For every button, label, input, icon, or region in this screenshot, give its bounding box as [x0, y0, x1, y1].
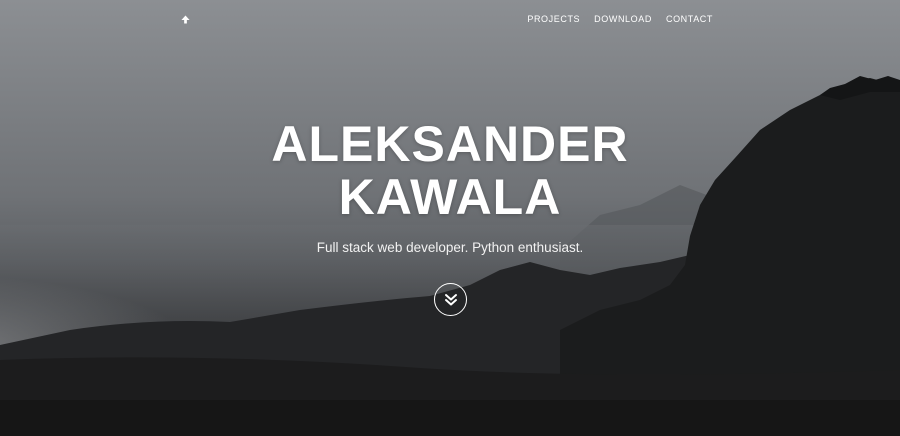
hero-section: PROJECTS DOWNLOAD CONTACT ALEKSANDER KAW…: [0, 0, 900, 436]
nav-link-download[interactable]: DOWNLOAD: [594, 14, 652, 24]
double-chevron-down-icon: [444, 293, 457, 305]
hero-title-line1: ALEKSANDER: [271, 116, 629, 172]
arrow-up-icon: [180, 14, 190, 24]
nav-link-contact[interactable]: CONTACT: [666, 14, 713, 24]
scroll-down-button[interactable]: [434, 283, 467, 316]
brand-home-button[interactable]: [178, 12, 192, 26]
nav-links: PROJECTS DOWNLOAD CONTACT: [527, 14, 713, 24]
hero-title-line2: KAWALA: [338, 169, 562, 225]
top-navbar: PROJECTS DOWNLOAD CONTACT: [0, 0, 900, 40]
nav-link-projects[interactable]: PROJECTS: [527, 14, 580, 24]
hero-title: ALEKSANDER KAWALA: [0, 118, 900, 224]
hero-subtitle: Full stack web developer. Python enthusi…: [316, 240, 584, 255]
